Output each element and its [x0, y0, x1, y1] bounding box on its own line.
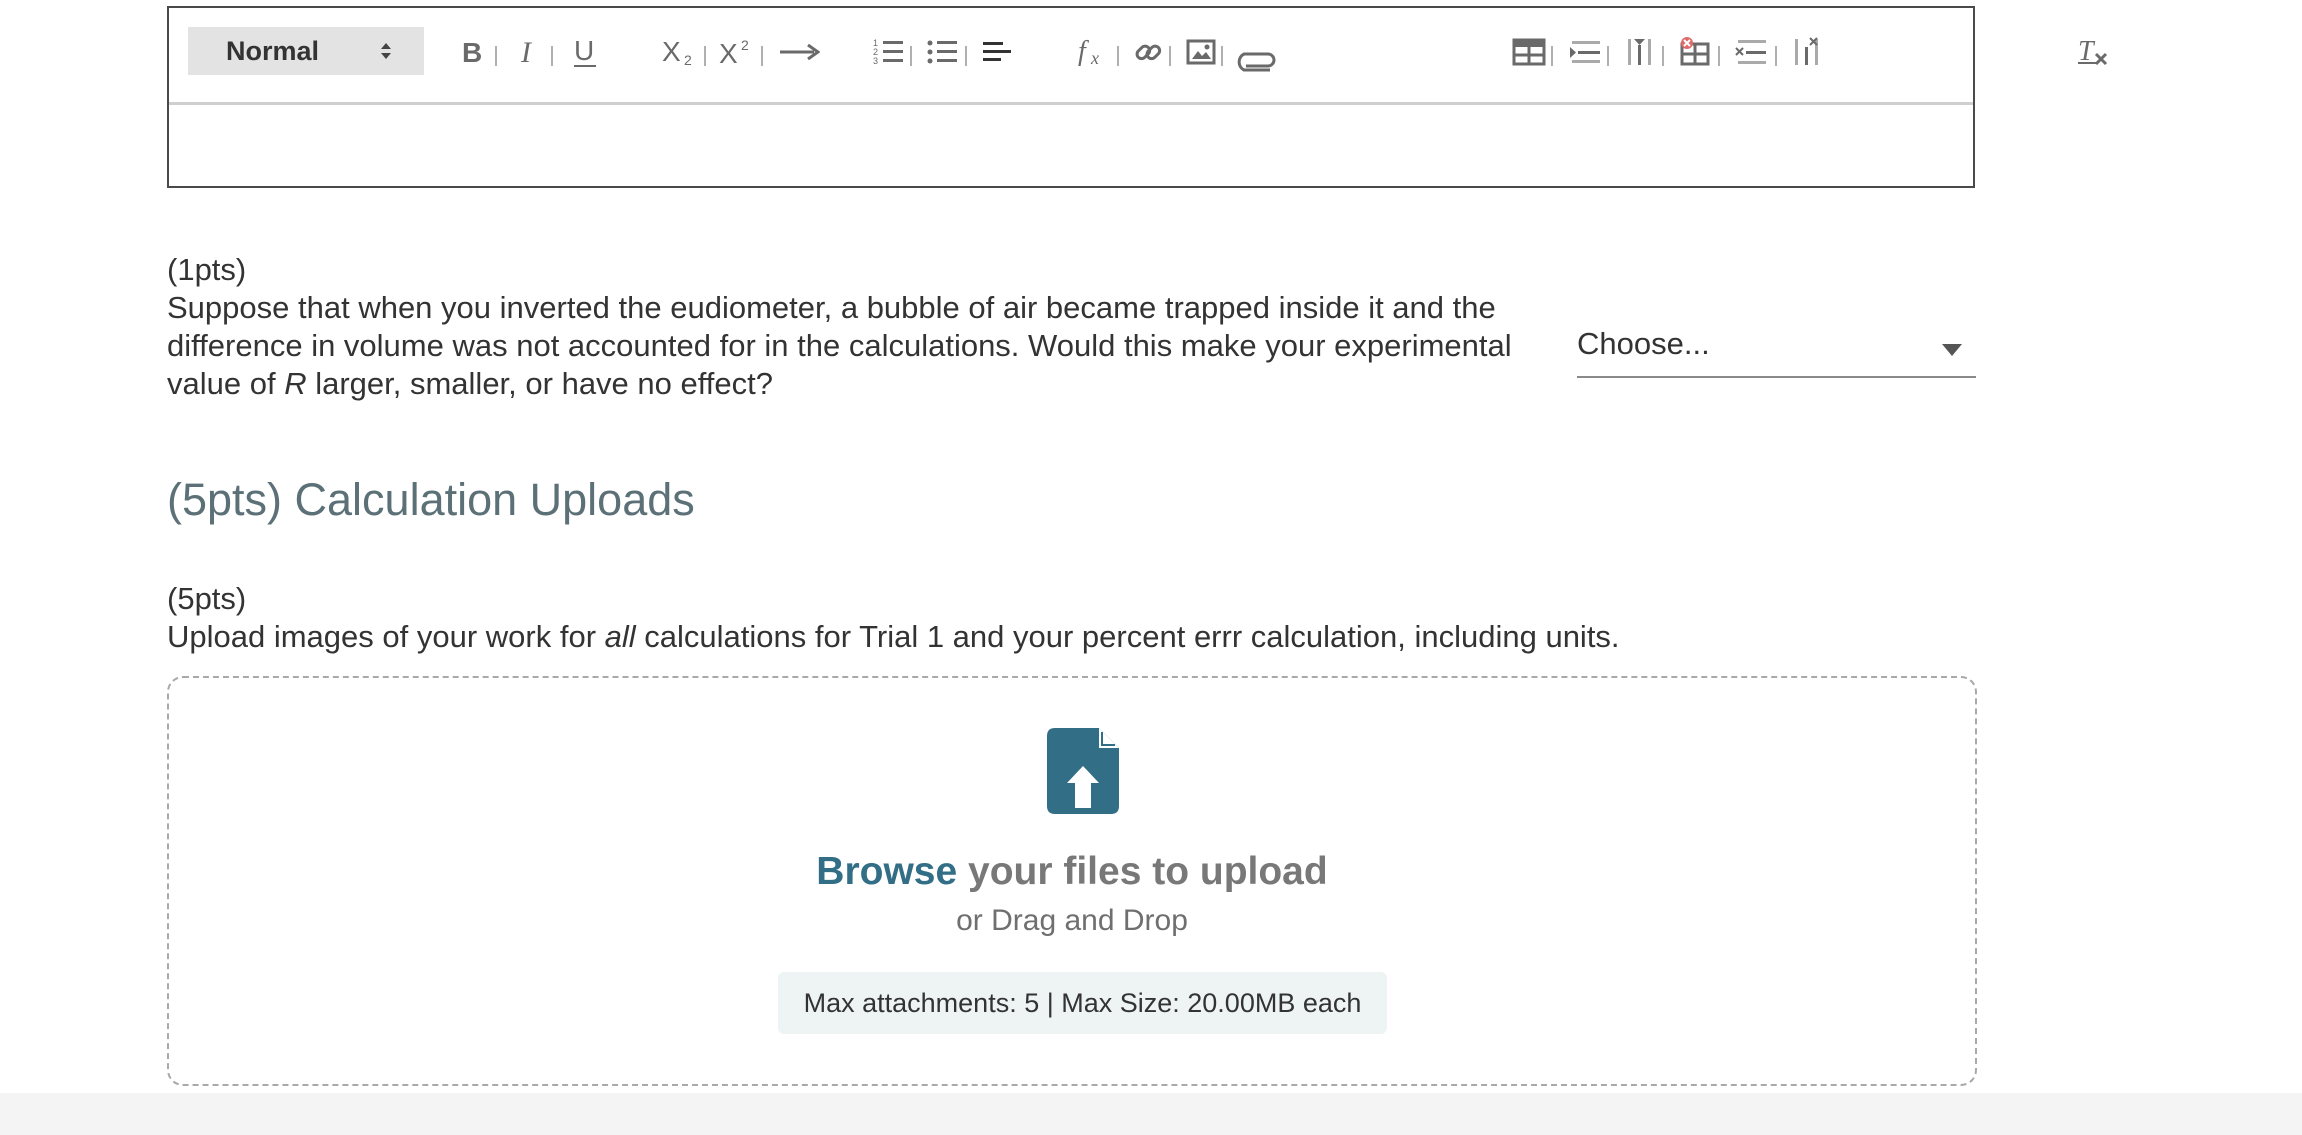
toolbar-separator	[1551, 46, 1553, 66]
file-upload-icon	[1047, 728, 1119, 814]
subscript-icon[interactable]: X2	[661, 30, 703, 74]
upload-text-part: calculations for Trial 1 and your percen…	[635, 619, 1620, 654]
svg-text:3: 3	[873, 56, 878, 66]
browse-link[interactable]: Browse	[816, 850, 957, 893]
browse-line: Browse your files to upload	[169, 850, 1975, 894]
answer-select-value: Choose...	[1577, 326, 1710, 361]
table-icon[interactable]	[1509, 30, 1549, 74]
attachment-limits: Max attachments: 5 | Max Size: 20.00MB e…	[778, 972, 1387, 1034]
upload-text-part: Upload images of your work for	[167, 619, 605, 654]
upload-text-emphasis: all	[604, 619, 636, 654]
toolbar-separator	[1221, 46, 1223, 66]
browse-rest: your files to upload	[957, 850, 1328, 893]
upload-question-points: (5pts)	[167, 581, 247, 616]
insert-row-icon[interactable]	[1565, 30, 1605, 74]
svg-text:U: U	[574, 36, 594, 66]
question-text-part: larger, smaller, or have no effect?	[306, 366, 774, 401]
question-points: (1pts)	[167, 252, 247, 287]
svg-text:X: X	[662, 37, 681, 67]
toolbar-separator	[1117, 46, 1119, 66]
variable-r: R	[284, 366, 307, 401]
answer-select[interactable]: Choose...	[1577, 320, 1976, 378]
delete-column-icon[interactable]	[1787, 30, 1827, 74]
numbered-list-icon[interactable]: 1 2 3	[871, 30, 907, 74]
bulleted-list-icon[interactable]	[925, 30, 961, 74]
toolbar-separator	[1607, 46, 1609, 66]
toolbar-separator	[1718, 46, 1720, 66]
chevron-down-icon	[1942, 344, 1962, 356]
svg-text:2: 2	[741, 37, 749, 53]
delete-table-icon[interactable]	[1675, 30, 1715, 74]
paragraph-style-value: Normal	[226, 35, 320, 66]
drag-drop-text: or Drag and Drop	[956, 904, 1188, 937]
align-icon[interactable]	[979, 30, 1015, 74]
svg-text:X: X	[719, 38, 738, 67]
section-heading: (5pts) Calculation Uploads	[167, 474, 695, 525]
toolbar-separator	[1169, 46, 1171, 66]
editor-toolbar: Normal B I U X2 X2 1 2 3 f x T	[169, 8, 2108, 105]
toolbar-separator	[965, 46, 967, 66]
toolbar-separator	[704, 46, 706, 66]
formula-icon[interactable]: fx	[1077, 30, 1113, 74]
question-text: Suppose that when you inverted the eudio…	[167, 289, 1557, 403]
attachment-icon[interactable]	[1232, 38, 1280, 82]
svg-text:x: x	[1090, 48, 1099, 68]
toolbar-separator	[910, 46, 912, 66]
delete-row-icon[interactable]	[1731, 30, 1771, 74]
select-arrows-icon	[381, 43, 391, 59]
svg-text:f: f	[1078, 36, 1089, 67]
toolbar-separator	[551, 46, 553, 66]
superscript-icon[interactable]: X2	[718, 30, 760, 74]
image-icon[interactable]	[1183, 30, 1219, 74]
italic-icon[interactable]: I	[513, 30, 547, 74]
underline-icon[interactable]: U	[567, 30, 603, 74]
toolbar-separator	[1662, 46, 1664, 66]
file-dropzone[interactable]: Browse your files to upload or Drag and …	[167, 676, 1977, 1086]
rich-text-editor: Normal B I U X2 X2 1 2 3 f x T	[167, 6, 2108, 188]
insert-column-icon[interactable]	[1620, 30, 1660, 74]
svg-text:B: B	[462, 38, 482, 66]
paragraph-style-select[interactable]: Normal	[188, 27, 424, 75]
upload-question-text: Upload images of your work for all calcu…	[167, 618, 1620, 656]
toolbar-separator	[761, 46, 763, 66]
page-bottom-bar	[0, 1093, 2302, 1135]
svg-text:2: 2	[684, 52, 692, 67]
editor-text-area[interactable]	[169, 105, 1973, 186]
toolbar-separator	[495, 46, 497, 66]
toolbar-separator	[1775, 46, 1777, 66]
clear-formatting-icon[interactable]: T	[2073, 30, 2113, 74]
svg-text:I: I	[520, 38, 533, 66]
arrow-icon[interactable]	[776, 30, 822, 74]
bold-icon[interactable]: B	[456, 30, 490, 74]
link-icon[interactable]	[1130, 30, 1166, 74]
